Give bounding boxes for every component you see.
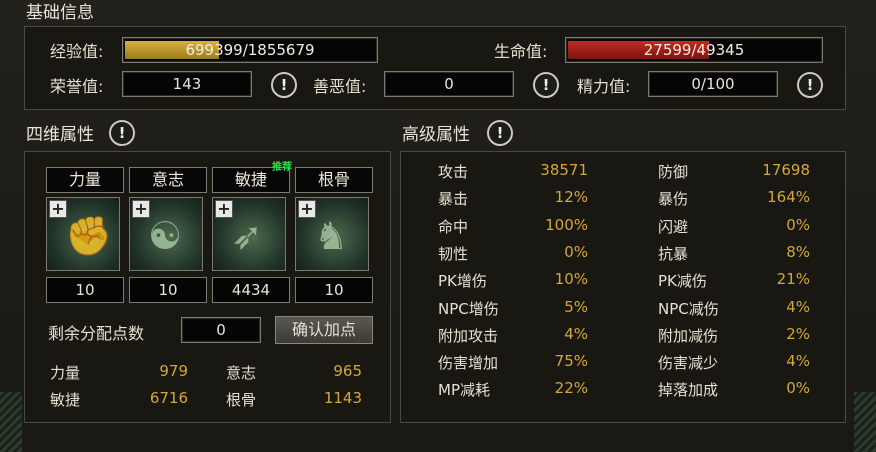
- advanced-stat-label: NPC减伤: [658, 300, 719, 318]
- advanced-stat-value: 38571: [540, 161, 588, 179]
- advanced-stat-label: 伤害减少: [658, 354, 719, 372]
- strength-icon[interactable]: + ✊: [46, 197, 120, 271]
- will-icon[interactable]: + ☯: [129, 197, 203, 271]
- advanced-stat-value: 164%: [767, 188, 810, 206]
- constitution-icon[interactable]: + ♞: [295, 197, 369, 271]
- advanced-stat-value: 4%: [786, 298, 810, 316]
- character-attributes-window: 基础信息 经验值: 699399/1855679 生命值: 27599/4934…: [0, 0, 876, 452]
- advanced-stat-label: 韧性: [438, 245, 469, 263]
- attr-value-will: 10: [129, 277, 207, 303]
- constitution-glyph: ♞: [314, 214, 349, 258]
- advanced-stat-value: 10%: [554, 270, 588, 288]
- advanced-stat-value: 0%: [786, 379, 810, 397]
- hp-bar: 27599/49345: [565, 37, 823, 63]
- attr-header-will: 意志: [129, 167, 207, 193]
- advanced-stat-value: 12%: [554, 188, 588, 206]
- total-value-constitution: 1143: [323, 389, 362, 407]
- advanced-stat-label: 命中: [438, 218, 469, 236]
- energy-label: 精力值:: [577, 77, 631, 96]
- advanced-stat-value: 5%: [564, 298, 588, 316]
- advanced-stat-label: 暴击: [438, 190, 469, 208]
- frame-corner-decoration: [854, 392, 876, 452]
- strength-glyph: ✊: [65, 214, 113, 258]
- advanced-stat-value: 22%: [554, 379, 588, 397]
- attr-header-constitution: 根骨: [295, 167, 373, 193]
- exp-bar: 699399/1855679: [122, 37, 378, 63]
- total-label-will: 意志: [226, 364, 257, 382]
- advanced-stat-label: PK增伤: [438, 272, 487, 290]
- energy-info-icon[interactable]: !: [797, 72, 823, 98]
- total-label-agility: 敏捷: [50, 391, 81, 409]
- will-glyph: ☯: [148, 214, 183, 258]
- advanced-stat-value: 21%: [776, 270, 810, 288]
- honor-label: 荣誉值:: [50, 77, 104, 96]
- advanced-stat-label: PK减伤: [658, 272, 707, 290]
- advanced-stat-label: 附加攻击: [438, 327, 499, 345]
- karma-label: 善恶值:: [313, 77, 367, 96]
- confirm-points-button[interactable]: 确认加点: [275, 316, 373, 344]
- remaining-points-value: 0: [181, 317, 261, 343]
- advanced-stat-value: 17698: [762, 161, 810, 179]
- advanced-stat-value: 4%: [786, 352, 810, 370]
- advanced-stat-label: 攻击: [438, 163, 469, 181]
- agility-glyph: ➶: [231, 214, 263, 258]
- total-label-strength: 力量: [50, 364, 81, 382]
- karma-info-icon[interactable]: !: [533, 72, 559, 98]
- advanced-stat-value: 4%: [564, 325, 588, 343]
- advanced-stat-value: 75%: [554, 352, 588, 370]
- advanced-stat-label: 掉落加成: [658, 381, 719, 399]
- honor-value: 143: [122, 71, 252, 97]
- agility-icon[interactable]: + ➶: [212, 197, 286, 271]
- attr-value-strength: 10: [46, 277, 124, 303]
- advanced-title: 高级属性: [402, 125, 470, 145]
- karma-value: 0: [384, 71, 514, 97]
- recommend-tag: 推荐: [272, 162, 292, 173]
- attr-value-agility: 4434: [212, 277, 290, 303]
- advanced-stat-value: 8%: [786, 243, 810, 261]
- total-value-strength: 979: [159, 362, 188, 380]
- advanced-stat-label: 抗暴: [658, 245, 689, 263]
- energy-value: 0/100: [648, 71, 778, 97]
- total-label-constitution: 根骨: [226, 391, 257, 409]
- hp-value: 27599/49345: [643, 41, 745, 59]
- advanced-stat-label: 暴伤: [658, 190, 689, 208]
- advanced-stat-label: 闪避: [658, 218, 689, 236]
- total-value-agility: 6716: [149, 389, 188, 407]
- advanced-stat-value: 2%: [786, 325, 810, 343]
- exp-label: 经验值:: [50, 42, 104, 61]
- advanced-stat-label: 伤害增加: [438, 354, 499, 372]
- four-dim-info-icon[interactable]: !: [109, 120, 135, 146]
- remaining-points-label: 剩余分配点数: [48, 324, 145, 343]
- four-dim-title: 四维属性: [26, 125, 94, 145]
- advanced-stat-value: 100%: [545, 216, 588, 234]
- advanced-stat-value: 0%: [786, 216, 810, 234]
- advanced-stat-label: MP减耗: [438, 381, 490, 399]
- attr-header-strength: 力量: [46, 167, 124, 193]
- advanced-info-icon[interactable]: !: [487, 120, 513, 146]
- basic-info-title: 基础信息: [26, 3, 94, 23]
- hp-label: 生命值:: [494, 42, 548, 61]
- advanced-stat-label: 附加减伤: [658, 327, 719, 345]
- frame-corner-decoration: [0, 392, 22, 452]
- total-value-will: 965: [333, 362, 362, 380]
- advanced-stat-label: NPC增伤: [438, 300, 499, 318]
- exp-value: 699399/1855679: [185, 41, 315, 59]
- honor-info-icon[interactable]: !: [271, 72, 297, 98]
- advanced-stat-value: 0%: [564, 243, 588, 261]
- attr-value-constitution: 10: [295, 277, 373, 303]
- advanced-stat-label: 防御: [658, 163, 689, 181]
